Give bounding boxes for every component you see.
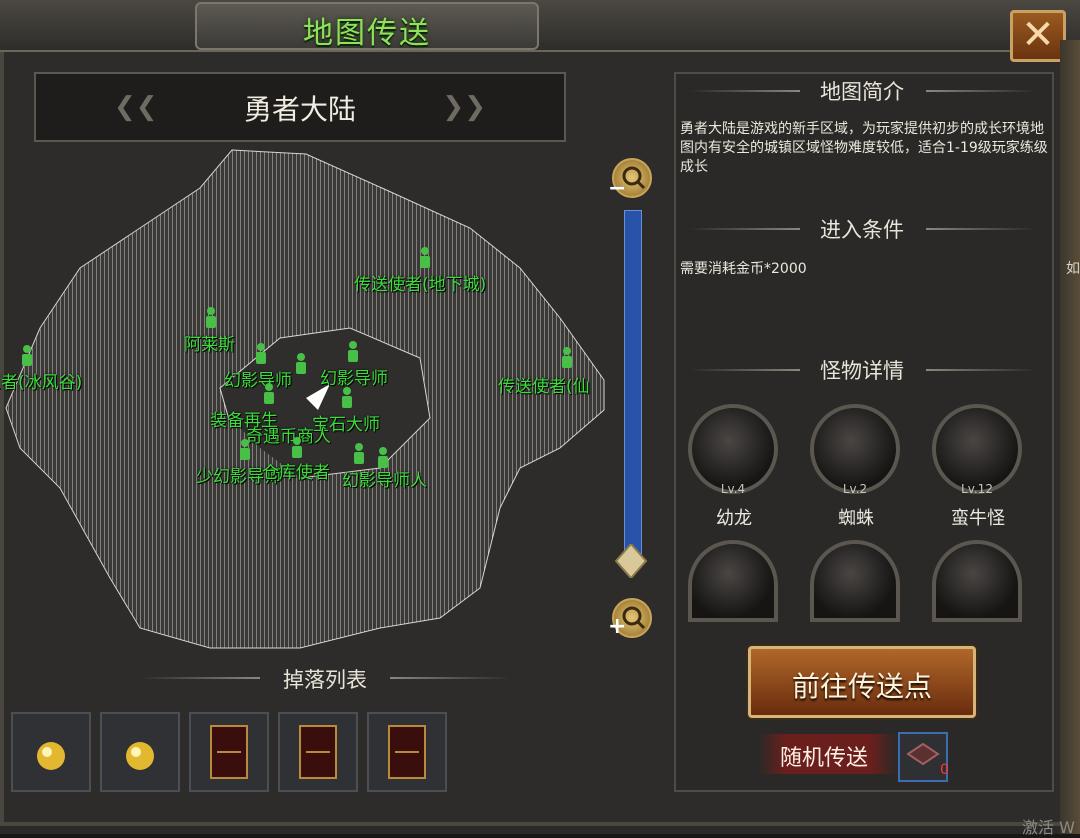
npc-figure-icon <box>420 247 430 268</box>
npc-label[interactable]: 幻影导师 <box>224 366 292 391</box>
map-terrain <box>5 149 605 649</box>
npc-figure-icon <box>292 437 302 458</box>
background-text: 如 <box>1066 261 1080 277</box>
npc-figure-icon <box>562 347 572 368</box>
random-teleport-button[interactable]: 随机传送 <box>780 740 868 772</box>
npc-figure-icon <box>264 383 274 404</box>
gold-orb-icon <box>126 742 154 770</box>
monster-name: 蛮牛怪 <box>951 508 1005 529</box>
title-plate: 地图传送 <box>195 2 539 51</box>
drop-item-slot[interactable] <box>278 712 358 792</box>
background-edge <box>1060 40 1080 834</box>
divider <box>926 228 1036 230</box>
close-button[interactable]: ✕ <box>1010 10 1066 62</box>
monster-portrait[interactable] <box>932 540 1022 622</box>
zoom-slider-track[interactable] <box>624 210 642 554</box>
monster-level: Lv.12 <box>961 482 993 496</box>
npc-figure-icon <box>22 345 32 366</box>
npc-label[interactable]: 幻影导师人 <box>342 466 427 491</box>
monster-portrait-bull[interactable] <box>932 404 1022 494</box>
teleport-item-count: 0 <box>940 762 949 778</box>
book-icon <box>210 725 248 779</box>
npc-label[interactable]: 传送使者(仙 <box>498 372 590 397</box>
title-bar: 地图传送 <box>0 0 1080 52</box>
divider <box>690 90 800 92</box>
goto-teleport-button[interactable]: 前往传送点 <box>748 646 976 718</box>
book-icon <box>388 725 426 779</box>
next-map-icon[interactable]: ❯❯ <box>442 92 486 122</box>
npc-label[interactable]: 王者(冰风谷) <box>0 368 82 393</box>
minus-icon: − <box>608 176 627 201</box>
divider <box>690 228 800 230</box>
divider <box>926 90 1036 92</box>
divider <box>140 677 260 679</box>
monster-name: 蜘蛛 <box>838 508 874 529</box>
plus-icon: + <box>608 614 627 639</box>
npc-figure-icon <box>206 307 216 328</box>
npc-figure-icon <box>256 343 266 364</box>
monster-name: 幼龙 <box>716 508 752 529</box>
intro-title: 地图简介 <box>820 80 904 104</box>
monster-level: Lv.4 <box>720 482 746 496</box>
npc-figure-icon <box>354 443 364 464</box>
book-icon <box>299 725 337 779</box>
npc-label[interactable]: 幻影导师 <box>320 364 388 389</box>
gold-orb-icon <box>37 742 65 770</box>
drop-item-slot[interactable] <box>189 712 269 792</box>
zoom-out-button[interactable]: − <box>608 158 652 201</box>
map-name-bar: ❮❮ 勇者大陆 ❯❯ <box>34 72 566 142</box>
npc-figure-icon <box>342 387 352 408</box>
npc-figure-icon <box>348 341 358 362</box>
npc-label[interactable]: 奇遇币商人 <box>246 422 331 447</box>
monster-portrait[interactable] <box>688 540 778 622</box>
divider <box>690 369 800 371</box>
monster-portrait[interactable] <box>810 540 900 622</box>
zoom-in-button[interactable]: + <box>608 598 652 639</box>
zoom-slider-handle[interactable] <box>614 544 648 578</box>
activation-watermark: 激活 W <box>1022 818 1075 837</box>
world-map[interactable]: 传送使者(地下城) 阿莱斯 王者(冰风谷) 传送使者(仙 幻影导师 幻影导师 装… <box>0 148 610 658</box>
condition-text: 需要消耗金币*2000 <box>680 261 807 277</box>
window-title: 地图传送 <box>303 16 431 51</box>
npc-figure-icon <box>296 353 306 374</box>
monster-level: Lv.2 <box>842 482 868 496</box>
divider <box>926 369 1036 371</box>
monster-title: 怪物详情 <box>820 359 904 383</box>
drop-item-slot[interactable] <box>100 712 180 792</box>
goto-teleport-label: 前往传送点 <box>791 670 932 703</box>
monster-portrait-dragon[interactable] <box>688 404 778 494</box>
drop-item-slot[interactable] <box>11 712 91 792</box>
divider <box>390 677 510 679</box>
condition-title: 进入条件 <box>820 218 904 242</box>
drop-list-title: 掉落列表 <box>283 668 367 692</box>
npc-label[interactable]: 传送使者(地下城) <box>354 270 486 295</box>
npc-figure-icon <box>240 439 250 460</box>
dialog-frame: 地图传送 ✕ ❮❮ 勇者大陆 ❯❯ 传送使者(地下城) 阿莱斯 王者(冰风谷) … <box>0 0 1080 837</box>
npc-figure-icon <box>378 447 388 468</box>
npc-label[interactable]: 阿莱斯 <box>184 330 235 355</box>
npc-label[interactable]: 仓库使者 <box>262 458 330 483</box>
monster-portrait-spider[interactable] <box>810 404 900 494</box>
drop-item-slot[interactable] <box>367 712 447 792</box>
intro-text: 勇者大陆是游戏的新手区域，为玩家提供初步的成长环境地图内有安全的城镇区域怪物难度… <box>680 121 1048 175</box>
